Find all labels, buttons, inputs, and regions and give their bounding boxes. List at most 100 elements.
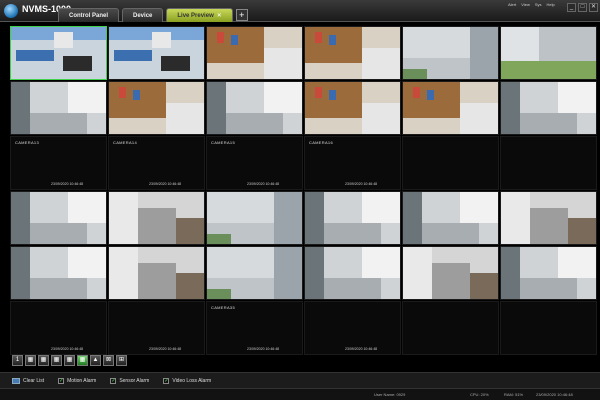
layout-16-button[interactable]: ▦ (51, 355, 62, 366)
feed-shape (68, 192, 106, 224)
camera-feed-image (501, 82, 596, 134)
camera-tile[interactable] (108, 246, 205, 300)
camera-feed-image (403, 247, 498, 299)
camera-feed-image (109, 247, 204, 299)
status-user: User Name: 0929 (374, 392, 406, 397)
clear-list-button[interactable]: Clear List (12, 377, 45, 384)
motion-alarm-toggle[interactable]: ✓ Motion Alarm (58, 377, 96, 384)
camera-tile[interactable]: CAMERA16 23/09/2020 10:46:48 (304, 136, 401, 190)
feed-shape (132, 89, 141, 101)
feed-shape (11, 82, 30, 134)
menu-sys[interactable]: Sys (535, 2, 542, 7)
camera-tile[interactable] (402, 136, 499, 190)
camera-tile[interactable] (402, 301, 499, 355)
camera-tile[interactable] (10, 191, 107, 245)
feed-shape (161, 55, 190, 72)
feed-shape (558, 247, 596, 279)
layout-25-button[interactable]: ▦ (64, 355, 75, 366)
feed-shape (362, 192, 400, 224)
camera-tile[interactable] (304, 81, 401, 135)
feed-shape (469, 27, 498, 79)
prev-page-button[interactable]: ⊠ (103, 355, 114, 366)
camera-title: CAMERA16 (309, 140, 333, 145)
tab-live-preview[interactable]: Live Preview ✕ (166, 8, 233, 22)
camera-feed-image (207, 27, 302, 79)
feed-shape (529, 207, 568, 244)
maximize-icon[interactable]: □ (578, 3, 587, 12)
feed-shape (11, 192, 30, 244)
camera-tile[interactable] (108, 191, 205, 245)
camera-tile[interactable] (206, 26, 303, 80)
camera-tile[interactable]: CAMERA14 23/09/2020 10:46:48 (108, 136, 205, 190)
camera-tile[interactable] (402, 26, 499, 80)
video-loss-alarm-toggle[interactable]: ✓ Video Loss Alarm (163, 377, 211, 384)
menu-view[interactable]: View (521, 2, 530, 7)
feed-shape (166, 102, 204, 134)
camera-tile[interactable] (500, 26, 597, 80)
feed-shape (207, 82, 226, 134)
camera-title: CAMERA14 (113, 140, 137, 145)
clear-list-label: Clear List (23, 377, 45, 384)
add-tab-button[interactable]: + (235, 9, 248, 21)
camera-tile[interactable] (402, 246, 499, 300)
camera-tile[interactable] (108, 26, 205, 80)
camera-tile[interactable]: CAMERA35 23/09/2020 10:46:48 (206, 301, 303, 355)
camera-tile[interactable] (10, 246, 107, 300)
minimize-icon[interactable]: _ (567, 3, 576, 12)
camera-tile[interactable] (500, 136, 597, 190)
feed-shape (137, 207, 176, 244)
camera-tile[interactable] (500, 246, 597, 300)
camera-tile[interactable] (500, 191, 597, 245)
tab-close-icon[interactable]: ✕ (217, 13, 222, 19)
close-icon[interactable]: ✕ (589, 3, 598, 12)
tab-device[interactable]: Device (122, 8, 164, 22)
camera-tile[interactable] (206, 191, 303, 245)
camera-tile[interactable] (500, 81, 597, 135)
fullscreen-button[interactable]: ▲ (90, 355, 101, 366)
layout-4-button[interactable]: ▦ (25, 355, 36, 366)
camera-tile[interactable]: CAMERA15 23/09/2020 10:46:48 (206, 136, 303, 190)
camera-tile[interactable] (304, 191, 401, 245)
camera-feed-image (207, 192, 302, 244)
feed-shape (520, 113, 577, 134)
camera-feed-image (207, 82, 302, 134)
sensor-alarm-toggle[interactable]: ✓ Sensor Alarm (110, 377, 149, 384)
feed-shape (264, 82, 302, 114)
feed-shape (362, 247, 400, 279)
layout-36-button[interactable]: ▦ (77, 355, 88, 366)
feed-shape (226, 113, 283, 134)
camera-tile[interactable]: 23/09/2020 10:46:48 (10, 301, 107, 355)
camera-tile[interactable]: 23/09/2020 10:46:48 (304, 301, 401, 355)
feed-shape (137, 262, 176, 299)
menu-help[interactable]: Help (547, 2, 555, 7)
checkbox-icon[interactable]: ✓ (110, 377, 117, 384)
tab-bar: Control Panel Device Live Preview ✕ + (58, 8, 248, 22)
camera-tile[interactable] (10, 26, 107, 80)
status-cpu: CPU: 20% (470, 392, 489, 397)
camera-tile[interactable] (402, 191, 499, 245)
camera-feed-image (109, 82, 204, 134)
camera-title: CAMERA13 (15, 140, 39, 145)
menu-alert[interactable]: Alert (508, 2, 516, 7)
camera-timestamp: 23/09/2020 10:46:48 (51, 182, 84, 186)
camera-tile[interactable] (206, 81, 303, 135)
camera-tile[interactable] (304, 26, 401, 80)
camera-tile[interactable] (206, 246, 303, 300)
camera-tile[interactable] (402, 81, 499, 135)
feed-shape (109, 247, 138, 299)
next-page-button[interactable]: ⊞ (116, 355, 127, 366)
checkbox-icon[interactable]: ✓ (58, 377, 65, 384)
camera-tile[interactable]: CAMERA13 23/09/2020 10:46:48 (10, 136, 107, 190)
feed-shape (175, 218, 204, 244)
checkbox-icon[interactable]: ✓ (163, 377, 170, 384)
feed-shape (469, 273, 498, 299)
camera-tile[interactable] (10, 81, 107, 135)
camera-tile[interactable] (304, 246, 401, 300)
tab-control-panel[interactable]: Control Panel (58, 8, 120, 22)
layout-9-button[interactable]: ▦ (38, 355, 49, 366)
layout-1-button[interactable]: 1 (12, 355, 23, 366)
camera-tile[interactable]: 23/09/2020 10:46:48 (108, 301, 205, 355)
camera-tile[interactable] (108, 81, 205, 135)
camera-feed-image (305, 192, 400, 244)
camera-tile[interactable] (500, 301, 597, 355)
